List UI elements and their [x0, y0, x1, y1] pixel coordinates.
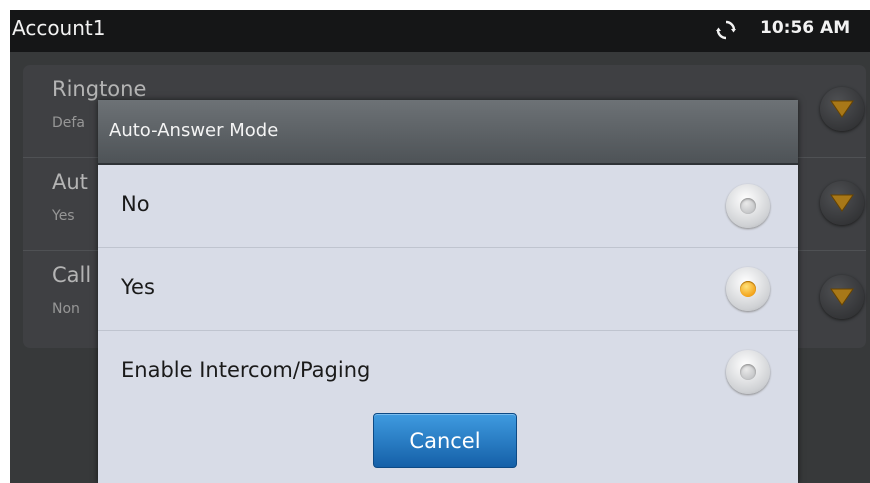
- radio-dot: [740, 281, 756, 297]
- phone-screen: Account1 10:56 AM Ringtone Defa Aut Yes …: [10, 10, 870, 483]
- option-yes[interactable]: Yes: [98, 248, 798, 331]
- dialog-header: Auto-Answer Mode: [98, 100, 798, 165]
- option-label: Yes: [121, 275, 155, 299]
- clock-time: 10:56 AM: [760, 18, 851, 38]
- sync-icon: [716, 20, 736, 40]
- auto-answer-dialog: Auto-Answer Mode No Yes Enable Intercom/…: [98, 100, 798, 483]
- cancel-button[interactable]: Cancel: [373, 413, 517, 468]
- option-label: No: [121, 192, 150, 216]
- option-label: Enable Intercom/Paging: [121, 358, 371, 382]
- radio-button[interactable]: [726, 184, 770, 228]
- radio-button-selected[interactable]: [726, 267, 770, 311]
- option-no[interactable]: No: [98, 165, 798, 248]
- radio-dot: [740, 198, 756, 214]
- status-bar: Account1 10:56 AM: [10, 10, 870, 52]
- account-title: Account1: [12, 16, 106, 40]
- dialog-title: Auto-Answer Mode: [109, 120, 279, 141]
- radio-button[interactable]: [726, 350, 770, 394]
- option-enable-intercom-paging[interactable]: Enable Intercom/Paging: [98, 331, 798, 413]
- radio-dot: [740, 364, 756, 380]
